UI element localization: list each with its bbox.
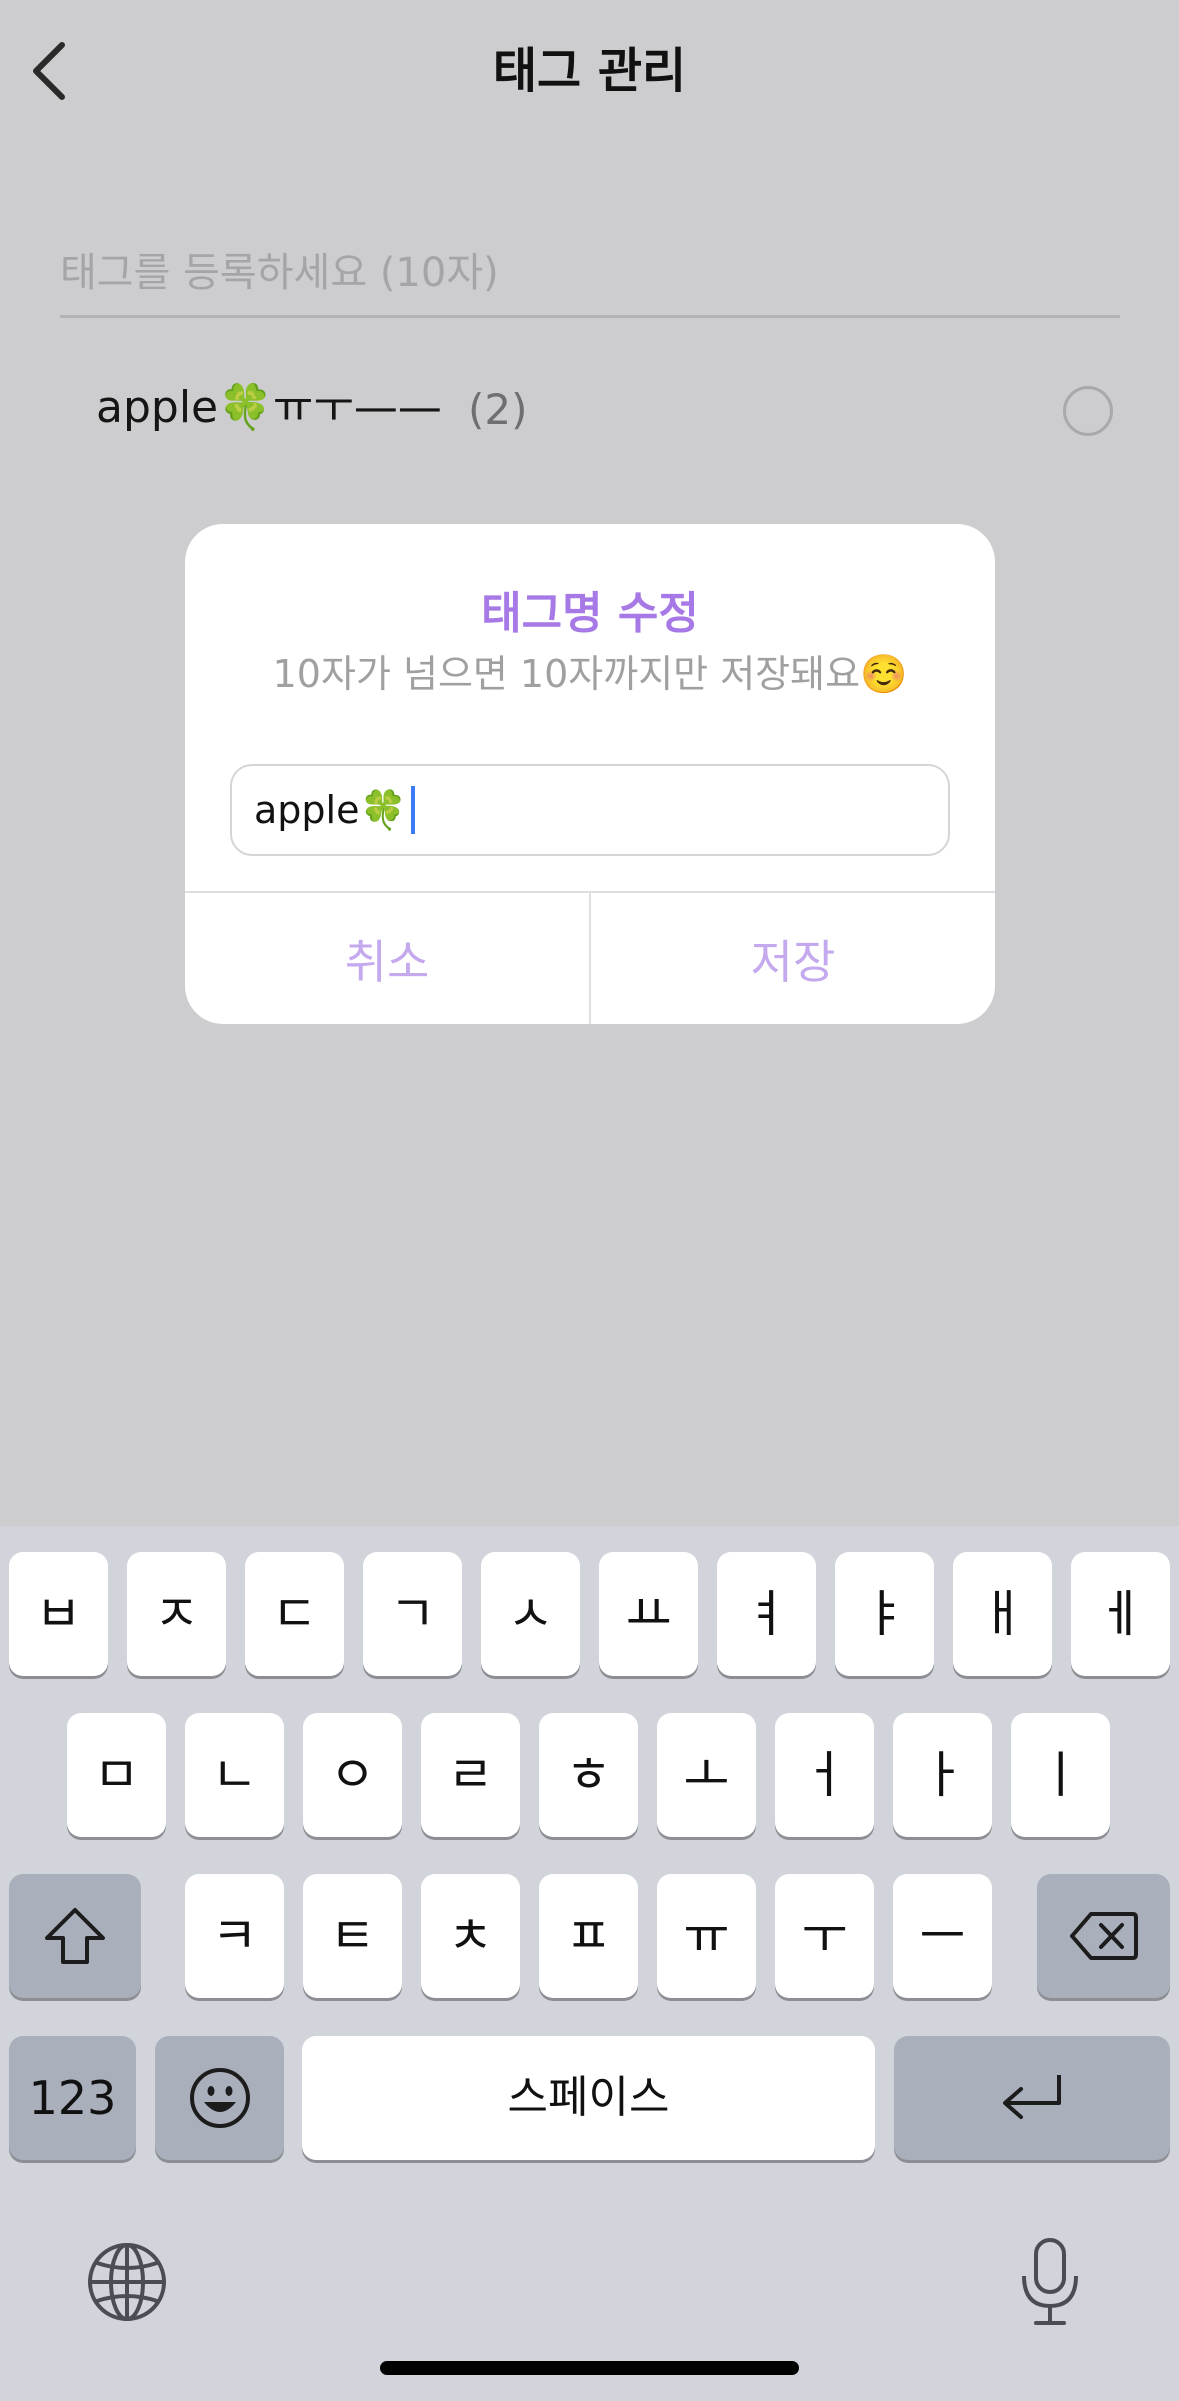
key-label: ㅡ xyxy=(919,1907,966,1965)
home-indicator[interactable] xyxy=(380,2361,799,2375)
emoji-icon xyxy=(189,2068,250,2128)
key-row1-3[interactable]: ㄷ xyxy=(245,1552,344,1676)
key-label: ㅊ xyxy=(447,1907,494,1965)
key-row3-3[interactable]: ㅊ xyxy=(421,1874,520,1998)
key-label: ㅕ xyxy=(743,1585,790,1643)
shift-icon xyxy=(45,1908,105,1964)
key-label: ㅋ xyxy=(211,1907,258,1965)
key-label: ㅌ xyxy=(329,1907,376,1965)
microphone-icon xyxy=(1022,2238,1078,2325)
edit-tag-dialog: 태그명 수정 10자가 넘으면 10자까지만 저장돼요☺️ apple🍀 취소 … xyxy=(185,524,995,1024)
key-label: ㅂ xyxy=(35,1585,82,1643)
key-row2-3[interactable]: ㅇ xyxy=(303,1713,402,1837)
dialog-title: 태그명 수정 xyxy=(481,588,699,639)
key-label: ㅏ xyxy=(919,1746,966,1804)
dictation-button[interactable] xyxy=(1010,2234,1090,2330)
key-label: ㅍ xyxy=(565,1907,612,1965)
key-row1-9[interactable]: ㅐ xyxy=(953,1552,1052,1676)
save-button[interactable]: 저장 xyxy=(591,893,995,1024)
key-row2-7[interactable]: ㅓ xyxy=(775,1713,874,1837)
tag-count: (2) xyxy=(468,385,528,434)
key-label: ㅣ xyxy=(1037,1746,1084,1804)
key-label: ㅎ xyxy=(565,1746,612,1804)
globe-button[interactable] xyxy=(84,2239,170,2325)
tag-input[interactable]: 태그를 등록하세요 (10자) xyxy=(60,238,1120,318)
shift-key[interactable] xyxy=(9,1874,141,1998)
delete-icon xyxy=(1069,1912,1138,1960)
key-row3-4[interactable]: ㅍ xyxy=(539,1874,638,1998)
numbers-key[interactable]: 123 xyxy=(9,2036,136,2160)
key-row3-2[interactable]: ㅌ xyxy=(303,1874,402,1998)
space-key[interactable]: 스페이스 xyxy=(302,2036,875,2160)
text-caret xyxy=(410,786,415,834)
key-row3-1[interactable]: ㅋ xyxy=(185,1874,284,1998)
key-row2-5[interactable]: ㅎ xyxy=(539,1713,638,1837)
tag-select-radio[interactable] xyxy=(1063,386,1113,436)
key-label: 123 xyxy=(28,2071,117,2125)
return-key[interactable] xyxy=(894,2036,1170,2160)
emoji-key[interactable] xyxy=(155,2036,284,2160)
key-label: ㄴ xyxy=(211,1746,258,1804)
key-row2-2[interactable]: ㄴ xyxy=(185,1713,284,1837)
key-row3-7[interactable]: ㅡ xyxy=(893,1874,992,1998)
key-row1-2[interactable]: ㅈ xyxy=(127,1552,226,1676)
key-row2-9[interactable]: ㅣ xyxy=(1011,1713,1110,1837)
tag-name-field-value: apple🍀 xyxy=(254,787,407,832)
key-row3-5[interactable]: ㅠ xyxy=(657,1874,756,1998)
key-row2-1[interactable]: ㅁ xyxy=(67,1713,166,1837)
key-row2-6[interactable]: ㅗ xyxy=(657,1713,756,1837)
key-row3-6[interactable]: ㅜ xyxy=(775,1874,874,1998)
keyboard: ㅂ ㅈ ㄷ ㄱ ㅅ ㅛ ㅕ ㅑ ㅐ ㅔ ㅁ ㄴ ㅇ ㄹ ㅎ ㅗ ㅓ ㅏ ㅣ ㅋ … xyxy=(0,1526,1179,2401)
key-label: 스페이스 xyxy=(507,2072,670,2123)
key-row1-1[interactable]: ㅂ xyxy=(9,1552,108,1676)
globe-icon xyxy=(88,2243,166,2321)
page-title: 태그 관리 xyxy=(492,43,687,99)
key-label: ㄱ xyxy=(389,1585,436,1643)
key-label: ㅑ xyxy=(861,1585,908,1643)
cancel-button[interactable]: 취소 xyxy=(185,893,589,1024)
tag-row[interactable]: apple🍀ㅠㅜ—— (2) xyxy=(0,370,1179,450)
key-row2-4[interactable]: ㄹ xyxy=(421,1713,520,1837)
key-label: ㅗ xyxy=(683,1746,730,1804)
key-row1-5[interactable]: ㅅ xyxy=(481,1552,580,1676)
key-label: ㅠ xyxy=(683,1907,730,1965)
key-label: ㅜ xyxy=(801,1907,848,1965)
key-row1-10[interactable]: ㅔ xyxy=(1071,1552,1170,1676)
key-label: ㅓ xyxy=(801,1746,848,1804)
key-label: ㅛ xyxy=(625,1585,672,1643)
dialog-subtitle: 10자가 넘으면 10자까지만 저장돼요☺️ xyxy=(272,652,908,696)
key-row1-7[interactable]: ㅕ xyxy=(717,1552,816,1676)
key-label: ㅁ xyxy=(93,1746,140,1804)
return-icon xyxy=(1003,2075,1061,2119)
key-label: ㅇ xyxy=(329,1746,376,1804)
tag-name-field[interactable]: apple🍀 xyxy=(230,764,950,856)
key-label: ㄹ xyxy=(447,1746,494,1804)
tag-name: apple🍀ㅠㅜ—— xyxy=(96,382,442,433)
key-label: ㅈ xyxy=(153,1585,200,1643)
key-row1-6[interactable]: ㅛ xyxy=(599,1552,698,1676)
tag-input-placeholder: 태그를 등록하세요 (10자) xyxy=(60,250,499,296)
key-row1-8[interactable]: ㅑ xyxy=(835,1552,934,1676)
key-label: ㅅ xyxy=(507,1585,554,1643)
delete-key[interactable] xyxy=(1037,1874,1170,1998)
key-label: ㅔ xyxy=(1097,1585,1144,1643)
key-label: ㅐ xyxy=(979,1585,1026,1643)
key-row1-4[interactable]: ㄱ xyxy=(363,1552,462,1676)
key-row2-8[interactable]: ㅏ xyxy=(893,1713,992,1837)
key-label: ㄷ xyxy=(271,1585,318,1643)
